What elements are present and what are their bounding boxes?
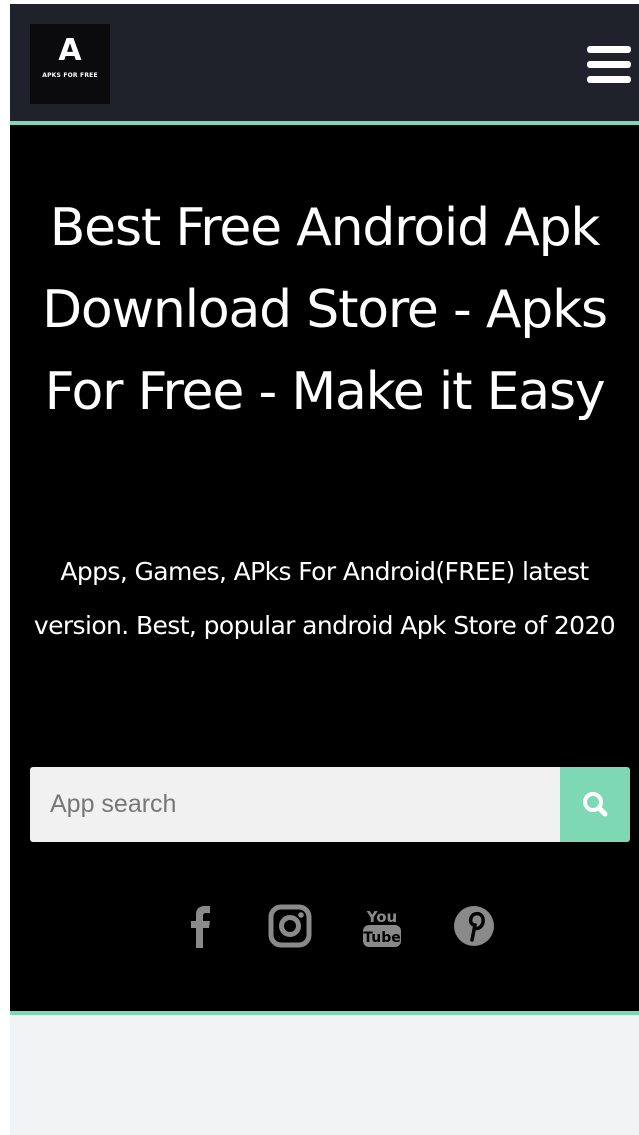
hero-subtitle: Apps, Games, APks For Android(FREE) late… [33,557,616,640]
svg-text:You: You [366,908,397,926]
logo-letter: A [58,33,82,68]
youtube-icon[interactable]: You Tube [354,890,410,960]
social-links: You Tube [10,890,639,960]
menu-bar [587,61,631,68]
hero-title: Best Free Android Apk Download Store - A… [42,198,608,422]
instagram-icon[interactable] [262,890,318,960]
facebook-icon[interactable] [172,890,228,960]
search-bar [30,767,630,842]
menu-bar [587,46,631,53]
site-logo[interactable]: A APKS FOR FREE [30,24,110,104]
pinterest-icon[interactable] [446,890,502,960]
page: A APKS FOR FREE Best Free Android Apk Do… [10,4,639,1135]
menu-bar [587,76,631,83]
hero-section: Best Free Android Apk Download Store - A… [10,125,639,1015]
site-header: A APKS FOR FREE [10,4,639,125]
svg-text:Tube: Tube [363,930,401,946]
search-input[interactable] [30,767,560,842]
search-icon [583,792,608,817]
logo-text: APKS FOR FREE [42,72,98,79]
search-button[interactable] [560,767,630,842]
hamburger-menu-icon[interactable] [587,46,631,86]
